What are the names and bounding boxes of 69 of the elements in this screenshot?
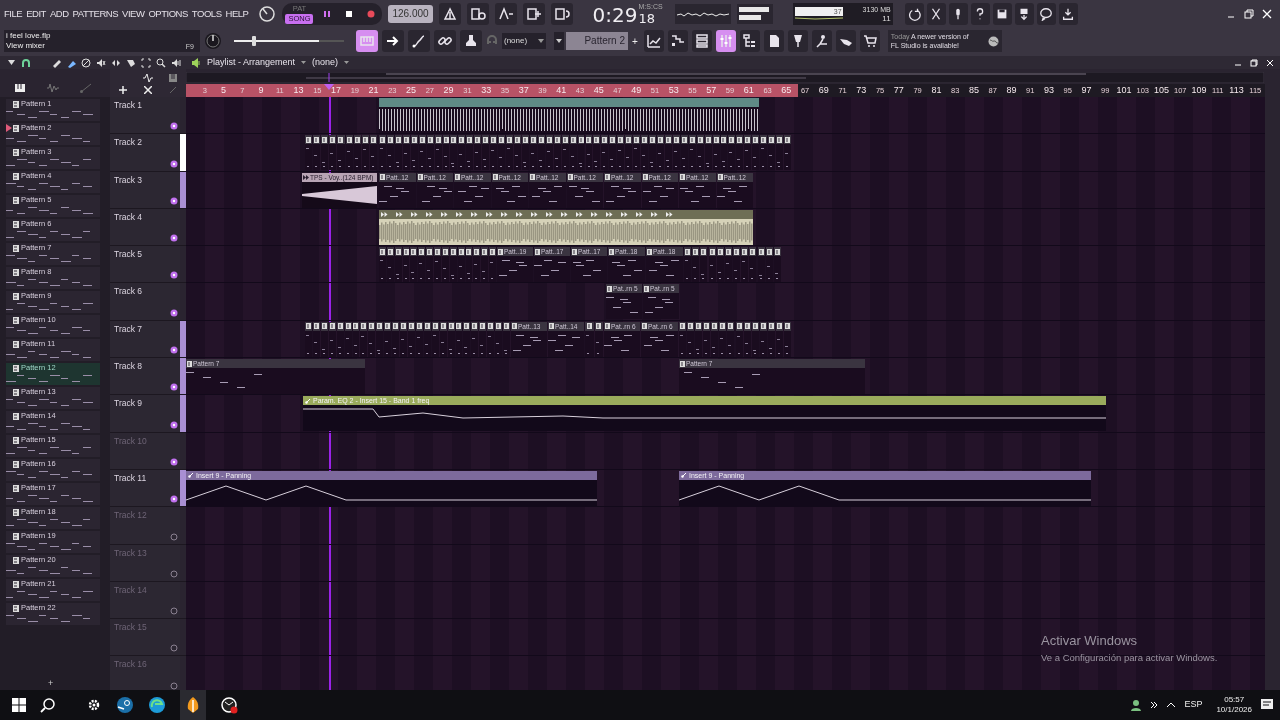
bar-number: 77 bbox=[893, 84, 904, 97]
track-name: Track 1 bbox=[114, 99, 143, 112]
pattern-selector[interactable]: Pattern 2 bbox=[566, 32, 628, 50]
track-name: Track 4 bbox=[114, 210, 143, 224]
bar-number: 101 bbox=[1116, 84, 1132, 97]
track-name: Track 5 bbox=[114, 248, 143, 261]
track-name: Track 12 bbox=[114, 509, 147, 522]
menu-item[interactable]: HELP bbox=[225, 6, 249, 22]
bar-number: 61 bbox=[743, 84, 754, 97]
menu-item[interactable]: TOOLS bbox=[191, 6, 222, 22]
arrangement-name[interactable]: (none) bbox=[312, 55, 339, 70]
track-name: Track 8 bbox=[114, 360, 143, 373]
language-indicator[interactable]: ESP bbox=[1184, 698, 1203, 712]
tempo-field[interactable]: 126.000 bbox=[388, 5, 433, 23]
bar-number: 65 bbox=[781, 84, 792, 97]
track-name: Track 11 bbox=[114, 471, 147, 485]
bar-number: 49 bbox=[631, 84, 642, 97]
bar-number: 21 bbox=[368, 84, 379, 97]
menu-item[interactable]: VIEW bbox=[122, 6, 145, 22]
track-name: Track 7 bbox=[114, 322, 143, 336]
polyphony-readout: 11 bbox=[882, 13, 891, 24]
track-name: Track 3 bbox=[114, 173, 143, 187]
bar-number: 97 bbox=[1081, 84, 1092, 97]
bar-number: 9 bbox=[258, 84, 264, 97]
menu-item[interactable]: EDIT bbox=[26, 6, 46, 22]
bar-number: 17 bbox=[331, 84, 342, 97]
time-display: 0:29 bbox=[592, 3, 638, 26]
bar-number: 73 bbox=[856, 84, 867, 97]
clock-time: 05:57 bbox=[1224, 695, 1245, 705]
track-name: Track 14 bbox=[114, 583, 147, 597]
bar-number: 13 bbox=[293, 84, 304, 97]
bar-number: 41 bbox=[556, 84, 567, 97]
snap-dropdown[interactable]: (none) bbox=[502, 33, 546, 49]
bar-number: 105 bbox=[1154, 84, 1170, 97]
add-pattern-button[interactable]: + bbox=[630, 33, 640, 49]
track-name: Track 13 bbox=[114, 546, 147, 560]
activation-text: Ve a Configuración para activar Windows. bbox=[1041, 650, 1218, 665]
bar-number: 45 bbox=[593, 84, 604, 97]
bar-number: 5 bbox=[221, 84, 226, 97]
bar-number: 53 bbox=[668, 84, 679, 97]
track-name: Track 16 bbox=[114, 658, 147, 672]
track-name: Track 9 bbox=[114, 397, 143, 411]
bar-number: 89 bbox=[1006, 84, 1017, 97]
bar-number: 33 bbox=[481, 84, 492, 97]
menu-item[interactable]: ADD bbox=[49, 6, 69, 22]
bar-number: 69 bbox=[818, 84, 829, 97]
track-name: Track 15 bbox=[114, 621, 147, 634]
hint-text: View mixer bbox=[6, 41, 46, 51]
track-name: Track 10 bbox=[114, 434, 147, 448]
bar-number: 109 bbox=[1191, 84, 1207, 97]
bar-number: 57 bbox=[706, 84, 717, 97]
playlist-title: Playlist - Arrangement bbox=[207, 55, 296, 69]
bar-number: 37 bbox=[518, 84, 529, 97]
add-button[interactable]: + bbox=[48, 676, 54, 690]
menu-item[interactable]: FILE bbox=[4, 6, 23, 22]
track-name: Track 2 bbox=[114, 136, 143, 150]
clock-date: 10/1/2026 bbox=[1216, 705, 1252, 715]
bar-number: 81 bbox=[931, 84, 942, 97]
bar-number: 113 bbox=[1229, 84, 1244, 97]
bar-number: 29 bbox=[443, 84, 454, 97]
activation-title: Activar Windows bbox=[1041, 632, 1139, 650]
bar-number: 25 bbox=[406, 84, 417, 97]
bar-number: 93 bbox=[1043, 84, 1054, 97]
project-name: i feel love.flp bbox=[6, 31, 51, 41]
menu-item[interactable]: OPTIONS bbox=[148, 6, 188, 22]
track-name: Track 6 bbox=[114, 285, 143, 299]
time-centiseconds: 18 bbox=[638, 10, 657, 26]
menu-item[interactable]: PATTERNS bbox=[72, 6, 119, 22]
bar-number: 85 bbox=[968, 84, 979, 97]
